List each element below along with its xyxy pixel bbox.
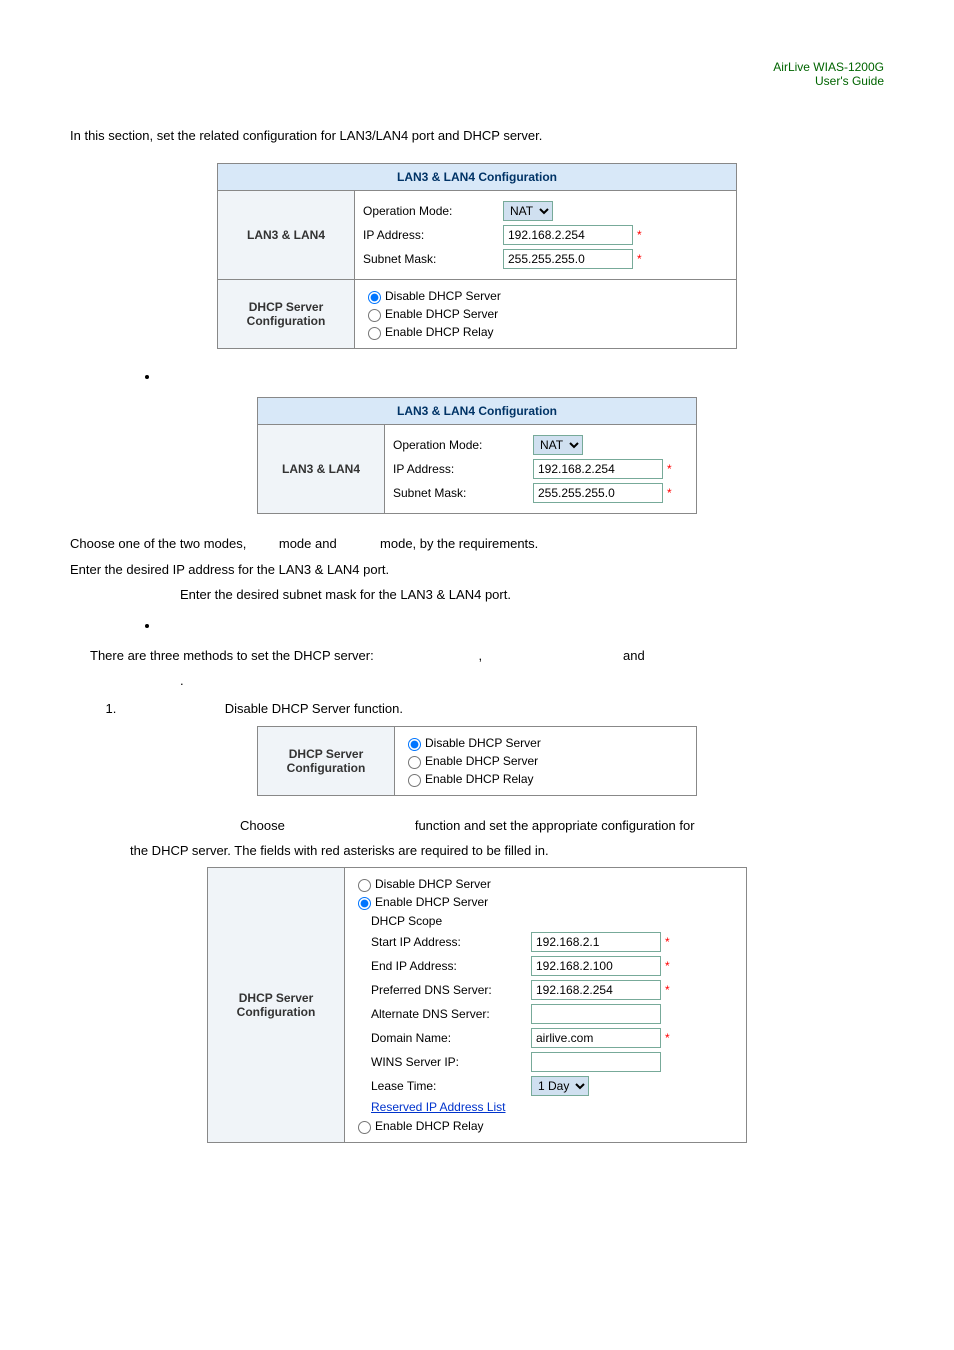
- wins-ip-label: WINS Server IP:: [371, 1055, 531, 1069]
- pref-dns-input[interactable]: [531, 980, 661, 1000]
- op-mode-select[interactable]: NAT: [503, 201, 553, 221]
- enable-dhcp-label: Enable DHCP Server: [385, 307, 498, 321]
- disable-dhcp-label: Disable DHCP Server: [385, 289, 501, 303]
- bullet-item: [160, 618, 884, 633]
- dhcp-radios-cell: Disable DHCP Server Enable DHCP Server E…: [355, 280, 737, 349]
- required-asterisk: *: [667, 462, 672, 476]
- lan-config-table-full: LAN3 & LAN4 Configuration LAN3 & LAN4 Op…: [217, 163, 737, 349]
- lan-row-label: LAN3 & LAN4: [218, 191, 355, 280]
- required-asterisk: *: [665, 935, 670, 949]
- dhcp-enable-cell: Disable DHCP Server Enable DHCP Server D…: [345, 867, 747, 1142]
- page-header: AirLive WIAS-1200G User's Guide: [70, 60, 884, 88]
- ip-address-label: IP Address:: [363, 228, 503, 242]
- lan-config-table-small: LAN3 & LAN4 Configuration LAN3 & LAN4 Op…: [257, 397, 697, 514]
- enable-relay-radio[interactable]: [368, 327, 381, 340]
- enable-relay-label: Enable DHCP Relay: [425, 772, 534, 786]
- item2-pre: Choose: [240, 818, 285, 833]
- item2-post: function and set the appropriate configu…: [415, 818, 695, 833]
- subnet-mask-label: Subnet Mask:: [393, 486, 533, 500]
- disable-dhcp-radio[interactable]: [408, 738, 421, 751]
- dhcp-row-label: DHCP Server Configuration: [258, 726, 395, 795]
- required-asterisk: *: [637, 252, 642, 266]
- alt-dns-input[interactable]: [531, 1004, 661, 1024]
- dhcp-comma: ,: [478, 648, 482, 663]
- wins-ip-input[interactable]: [531, 1052, 661, 1072]
- start-ip-input[interactable]: [531, 932, 661, 952]
- required-asterisk: *: [667, 486, 672, 500]
- intro-text: In this section, set the related configu…: [70, 128, 884, 143]
- modes-text-mid: mode and: [279, 536, 337, 551]
- required-asterisk: *: [665, 983, 670, 997]
- list-item-1: Disable DHCP Server function.: [120, 701, 884, 716]
- dhcp-row-label: DHCP Server Configuration: [218, 280, 355, 349]
- reserved-ip-link[interactable]: Reserved IP Address List: [371, 1100, 506, 1114]
- alt-dns-label: Alternate DNS Server:: [371, 1007, 531, 1021]
- item2-line2: the DHCP server. The fields with red ast…: [130, 841, 884, 861]
- required-asterisk: *: [637, 228, 642, 242]
- end-ip-label: End IP Address:: [371, 959, 531, 973]
- item1-text: Disable DHCP Server function.: [225, 701, 403, 716]
- start-ip-label: Start IP Address:: [371, 935, 531, 949]
- lan-fields-cell: Operation Mode: NAT IP Address: * Subnet…: [385, 425, 697, 514]
- enable-dhcp-radio[interactable]: [408, 756, 421, 769]
- enable-relay-label: Enable DHCP Relay: [375, 1119, 484, 1133]
- dhcp-radios-cell: Disable DHCP Server Enable DHCP Server E…: [395, 726, 697, 795]
- op-mode-label: Operation Mode:: [393, 438, 533, 452]
- ip-address-input[interactable]: [533, 459, 663, 479]
- dhcp-scope-label: DHCP Scope: [371, 914, 442, 928]
- enable-relay-radio[interactable]: [358, 1121, 371, 1134]
- bullet-item: [160, 369, 884, 384]
- table-title: LAN3 & LAN4 Configuration: [258, 398, 697, 425]
- enable-dhcp-radio[interactable]: [368, 309, 381, 322]
- dhcp-and: and: [623, 648, 645, 663]
- disable-dhcp-label: Disable DHCP Server: [425, 736, 541, 750]
- dhcp-enable-table: DHCP Server Configuration Disable DHCP S…: [207, 867, 747, 1143]
- enable-relay-radio[interactable]: [408, 774, 421, 787]
- ip-desc: Enter the desired IP address for the LAN…: [70, 560, 884, 580]
- domain-name-label: Domain Name:: [371, 1031, 531, 1045]
- product-name: AirLive WIAS-1200G: [773, 60, 884, 74]
- required-asterisk: *: [665, 959, 670, 973]
- ip-address-input[interactable]: [503, 225, 633, 245]
- enable-dhcp-radio[interactable]: [358, 897, 371, 910]
- subnet-desc: Enter the desired subnet mask for the LA…: [180, 585, 884, 605]
- dhcp-disable-table: DHCP Server Configuration Disable DHCP S…: [257, 726, 697, 796]
- lease-time-label: Lease Time:: [371, 1079, 531, 1093]
- subnet-mask-input[interactable]: [533, 483, 663, 503]
- dhcp-row-label: DHCP Server Configuration: [208, 867, 345, 1142]
- lease-time-select[interactable]: 1 Day: [531, 1076, 589, 1096]
- end-ip-input[interactable]: [531, 956, 661, 976]
- disable-dhcp-radio[interactable]: [368, 291, 381, 304]
- op-mode-select[interactable]: NAT: [533, 435, 583, 455]
- required-asterisk: *: [665, 1031, 670, 1045]
- enable-dhcp-label: Enable DHCP Server: [425, 754, 538, 768]
- enable-dhcp-label: Enable DHCP Server: [375, 895, 488, 909]
- table-title: LAN3 & LAN4 Configuration: [218, 164, 737, 191]
- disable-dhcp-radio[interactable]: [358, 879, 371, 892]
- ip-address-label: IP Address:: [393, 462, 533, 476]
- pref-dns-label: Preferred DNS Server:: [371, 983, 531, 997]
- lan-fields-cell: Operation Mode: NAT IP Address: * Subnet…: [355, 191, 737, 280]
- subnet-mask-input[interactable]: [503, 249, 633, 269]
- doc-subtitle: User's Guide: [815, 74, 884, 88]
- dhcp-period: .: [180, 673, 184, 688]
- modes-text-post: mode, by the requirements.: [380, 536, 538, 551]
- dhcp-methods-pre: There are three methods to set the DHCP …: [90, 648, 374, 663]
- disable-dhcp-label: Disable DHCP Server: [375, 877, 491, 891]
- enable-relay-label: Enable DHCP Relay: [385, 325, 494, 339]
- domain-name-input[interactable]: [531, 1028, 661, 1048]
- lan-row-label: LAN3 & LAN4: [258, 425, 385, 514]
- op-mode-label: Operation Mode:: [363, 204, 503, 218]
- modes-text-pre: Choose one of the two modes,: [70, 536, 246, 551]
- subnet-mask-label: Subnet Mask:: [363, 252, 503, 266]
